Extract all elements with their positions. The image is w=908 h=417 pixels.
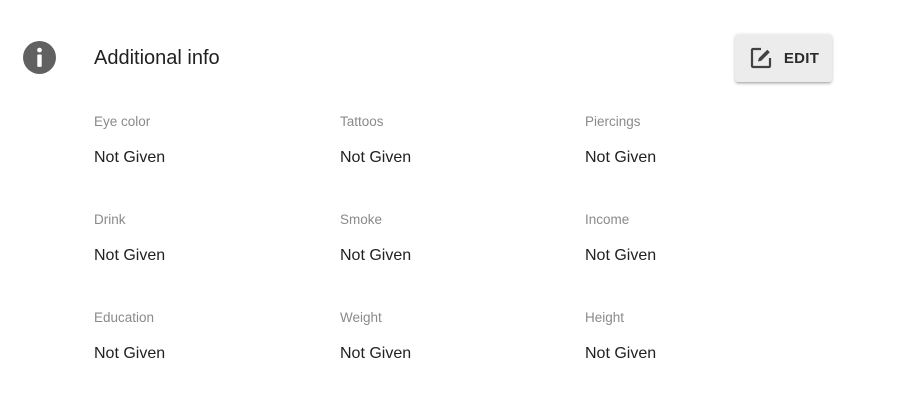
field-value: Not Given (94, 247, 166, 264)
field-label: Eye color (94, 114, 151, 129)
field-value: Not Given (585, 247, 657, 264)
field-value: Not Given (94, 345, 166, 362)
field-value: Not Given (585, 149, 657, 166)
section-title: Additional info (94, 47, 220, 69)
field-label: Weight (340, 310, 382, 325)
field-value: Not Given (340, 247, 412, 264)
field-label: Smoke (340, 212, 383, 227)
field-label: Piercings (585, 114, 641, 129)
field-tattoos: Tattoos Not Given (340, 113, 560, 169)
edit-icon (748, 45, 774, 71)
edit-button[interactable]: EDIT (735, 34, 832, 82)
field-weight: Weight Not Given (340, 309, 560, 365)
field-value: Not Given (340, 345, 412, 362)
info-icon (23, 41, 56, 74)
field-education: Education Not Given (94, 309, 314, 365)
field-value: Not Given (585, 345, 657, 362)
field-label: Income (585, 212, 630, 227)
field-value: Not Given (94, 149, 166, 166)
field-eye-color: Eye color Not Given (94, 113, 314, 169)
field-label: Height (585, 310, 625, 325)
field-height: Height Not Given (585, 309, 805, 365)
field-smoke: Smoke Not Given (340, 211, 560, 267)
field-label: Drink (94, 212, 126, 227)
field-value: Not Given (340, 149, 412, 166)
edit-button-label: EDIT (783, 49, 820, 67)
field-income: Income Not Given (585, 211, 805, 267)
field-label: Tattoos (340, 114, 384, 129)
field-drink: Drink Not Given (94, 211, 314, 267)
field-piercings: Piercings Not Given (585, 113, 805, 169)
field-label: Education (94, 310, 155, 325)
